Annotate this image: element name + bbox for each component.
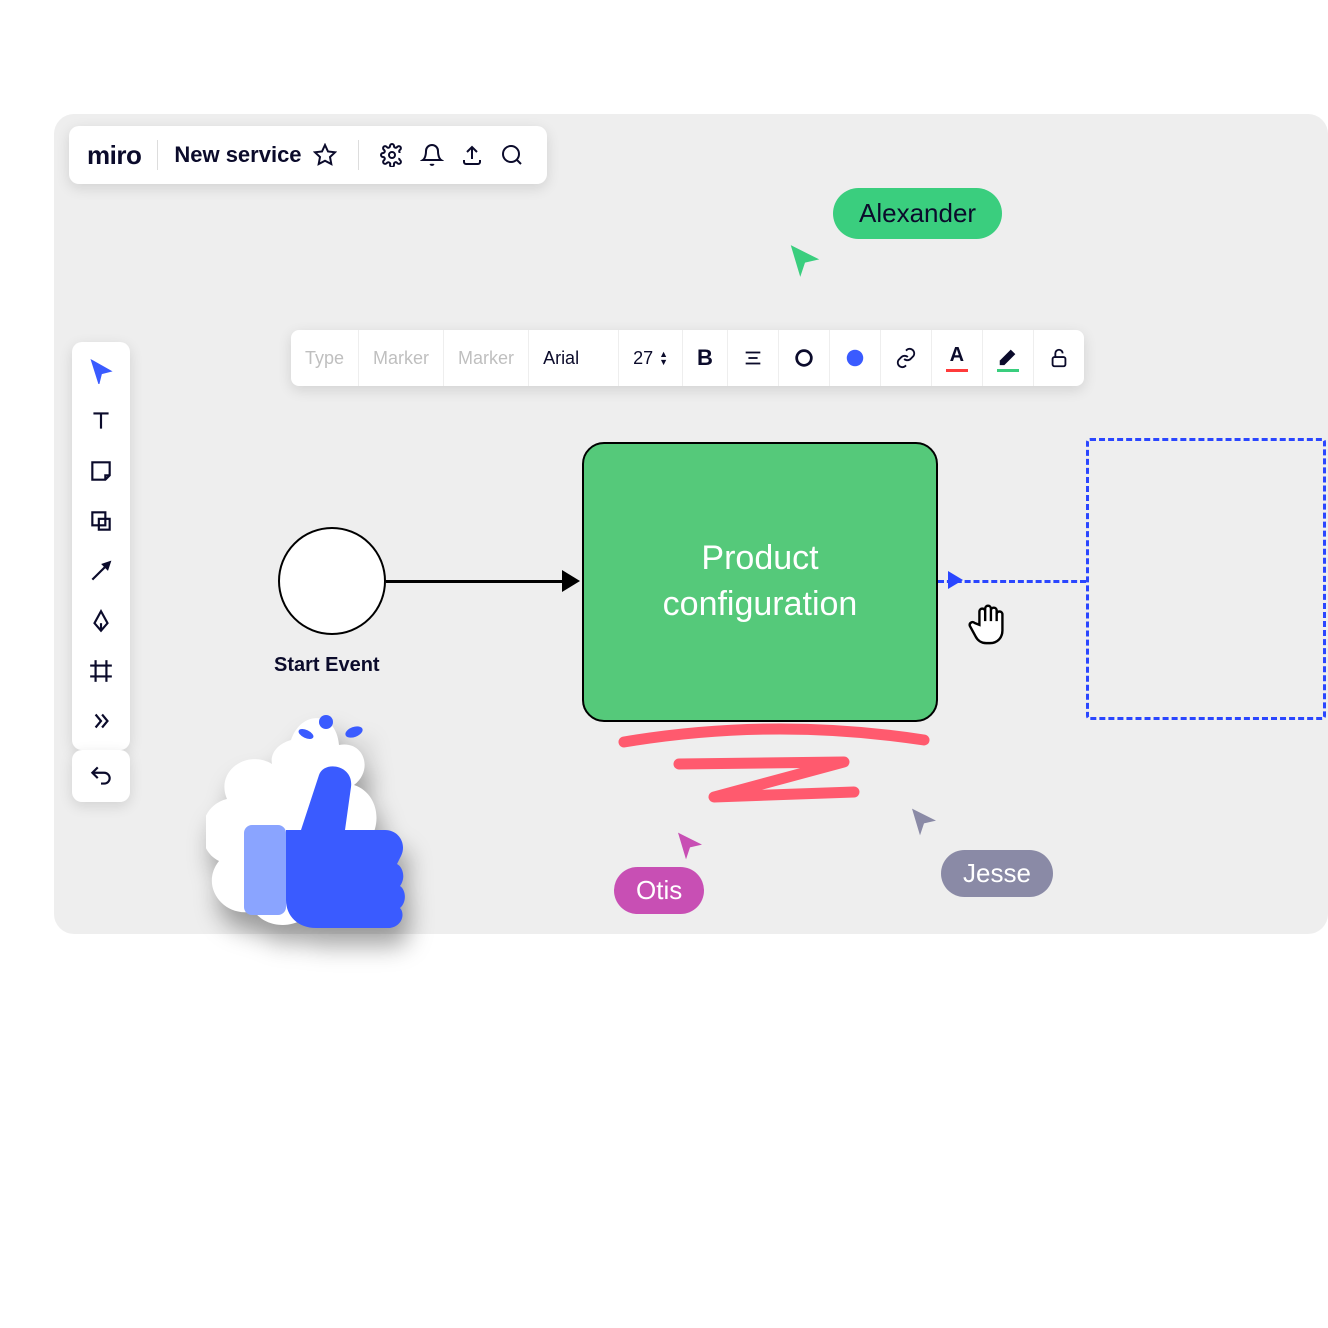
- process-node[interactable]: Product configuration: [582, 442, 938, 722]
- topbar: miro New service: [69, 126, 547, 184]
- scribble-drawing[interactable]: [614, 722, 934, 822]
- sticky-note-tool[interactable]: [82, 452, 120, 490]
- more-tools[interactable]: [82, 702, 120, 740]
- text-tool[interactable]: [82, 402, 120, 440]
- undo-button[interactable]: [72, 750, 130, 802]
- font-size-stepper[interactable]: 27 ▲▼: [619, 330, 683, 386]
- connector-line[interactable]: [386, 580, 576, 583]
- fill-color-button[interactable]: [830, 330, 881, 386]
- arrow-head-icon: [562, 570, 580, 592]
- user-badge-otis: Otis: [614, 867, 704, 914]
- user-badge-alexander: Alexander: [833, 188, 1002, 239]
- star-icon[interactable]: [308, 138, 342, 172]
- bold-button[interactable]: B: [683, 330, 728, 386]
- connector-tool[interactable]: [82, 552, 120, 590]
- format-toolbar: Type Marker Marker Arial 27 ▲▼ B A: [291, 330, 1084, 386]
- separator: [157, 140, 158, 170]
- text-color-button[interactable]: A: [932, 330, 983, 386]
- start-event-label: Start Event: [274, 654, 380, 677]
- border-color-button[interactable]: [779, 330, 830, 386]
- upload-icon[interactable]: [455, 138, 489, 172]
- align-button[interactable]: [728, 330, 779, 386]
- bell-icon[interactable]: [415, 138, 449, 172]
- app-logo: miro: [87, 140, 141, 171]
- cursor-icon: [908, 806, 940, 838]
- lock-button[interactable]: [1034, 330, 1084, 386]
- start-event-node[interactable]: [278, 527, 386, 635]
- hand-cursor-icon: [966, 600, 1012, 646]
- selection-box[interactable]: [1086, 438, 1326, 720]
- frame-tool[interactable]: [82, 652, 120, 690]
- select-tool[interactable]: [82, 352, 120, 390]
- type-dropdown[interactable]: Type: [291, 330, 359, 386]
- marker2-dropdown[interactable]: Marker: [444, 330, 529, 386]
- user-badge-jesse: Jesse: [941, 850, 1053, 897]
- marker1-dropdown[interactable]: Marker: [359, 330, 444, 386]
- thumbs-up-sticker[interactable]: [206, 700, 446, 940]
- link-button[interactable]: [881, 330, 932, 386]
- gear-icon[interactable]: [375, 138, 409, 172]
- separator: [358, 140, 359, 170]
- font-dropdown[interactable]: Arial: [529, 330, 619, 386]
- board-name[interactable]: New service: [174, 142, 301, 168]
- arrow-head-icon: [948, 571, 963, 589]
- cursor-icon: [674, 830, 706, 862]
- pen-tool[interactable]: [82, 602, 120, 640]
- shape-tool[interactable]: [82, 502, 120, 540]
- left-toolbar: [72, 342, 130, 750]
- cursor-icon: [786, 242, 824, 280]
- search-icon[interactable]: [495, 138, 529, 172]
- highlight-button[interactable]: [983, 330, 1034, 386]
